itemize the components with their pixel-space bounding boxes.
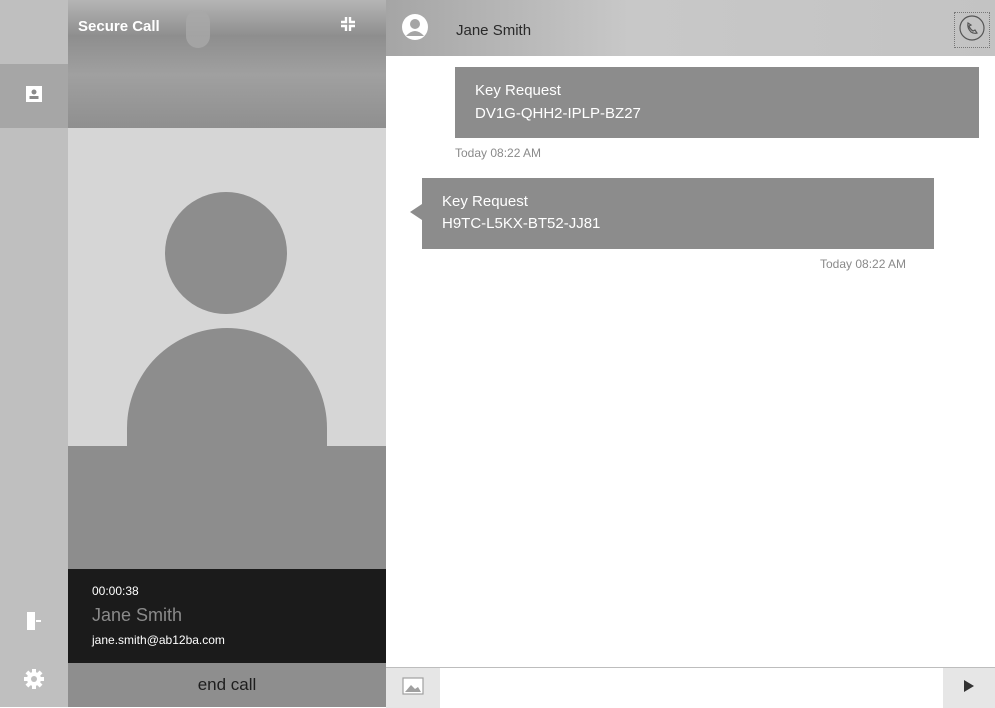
message-key: DV1G-QHH2-IPLP-BZ27 <box>475 105 641 122</box>
rail-exit-button[interactable] <box>0 598 68 648</box>
caller-avatar-base <box>68 446 386 569</box>
call-panel: Secure Call 00:00:38 Jane Smith jane.smi… <box>68 0 386 707</box>
message-composer <box>386 667 995 708</box>
gear-icon <box>23 668 45 695</box>
contact-name: Jane Smith <box>456 22 532 39</box>
message-bubble-incoming: Key Request H9TC-L5KX-BT52-JJ81 <box>410 178 934 249</box>
chat-header: Jane Smith <box>386 0 995 56</box>
minimize-call-button[interactable] <box>336 14 360 38</box>
message-timestamp: Today 08:22 AM <box>455 146 542 160</box>
caller-name: Jane Smith <box>92 605 183 625</box>
caller-avatar-head <box>165 192 287 314</box>
contact-avatar-icon <box>402 14 428 40</box>
chat-panel: Jane Smith Key Request DV1G-QHH2-IPLP-BZ… <box>386 0 995 708</box>
caller-email: jane.smith@ab12ba.com <box>92 633 225 647</box>
image-icon <box>402 676 424 700</box>
start-call-button[interactable] <box>954 12 990 48</box>
caller-presence-blob <box>186 10 210 48</box>
message-input[interactable] <box>441 669 945 707</box>
exit-door-icon <box>24 610 44 637</box>
message-key: H9TC-L5KX-BT52-JJ81 <box>442 215 601 232</box>
call-info: 00:00:38 Jane Smith jane.smith@ab12ba.co… <box>68 569 386 663</box>
rail-settings-button[interactable] <box>0 656 68 706</box>
send-button[interactable] <box>943 668 995 708</box>
rail-contacts-button[interactable] <box>0 64 68 128</box>
call-timer: 00:00:38 <box>92 584 139 598</box>
send-arrow-icon <box>962 678 976 699</box>
video-area <box>68 128 386 569</box>
phone-icon <box>959 14 985 46</box>
end-call-button[interactable]: end call <box>68 663 386 707</box>
call-title: Secure Call <box>78 18 160 35</box>
message-title: Key Request <box>442 193 528 210</box>
end-call-label: end call <box>197 675 257 694</box>
nav-rail <box>0 0 995 707</box>
message-bubble-outgoing: Key Request DV1G-QHH2-IPLP-BZ27 <box>455 67 979 138</box>
attach-image-button[interactable] <box>386 668 440 708</box>
minimize-arrows-icon <box>338 14 358 39</box>
message-timestamp: Today 08:22 AM <box>820 257 907 271</box>
call-header: Secure Call <box>68 0 386 128</box>
message-title: Key Request <box>475 82 561 99</box>
contacts-icon <box>25 85 43 108</box>
